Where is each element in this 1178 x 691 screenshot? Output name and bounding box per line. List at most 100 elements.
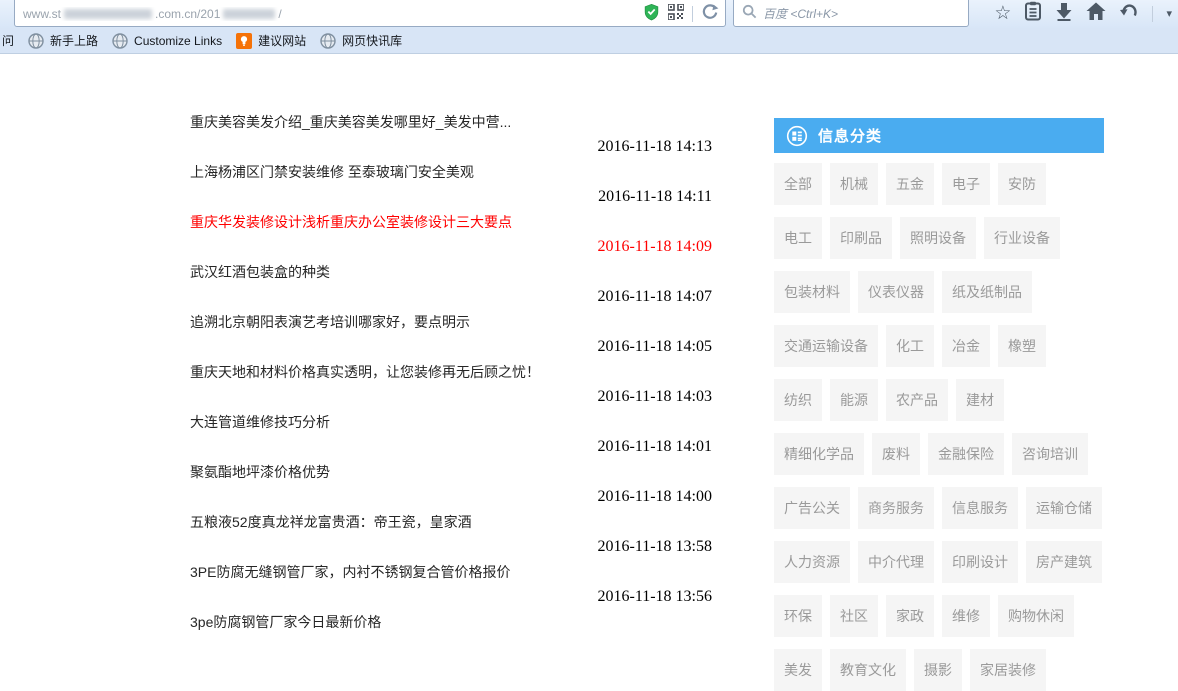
bookmarks-menu-icon[interactable] xyxy=(1024,1,1042,26)
bookmarks-bar: 问 新手上路 Customize Links 建议网站 网页快讯库 xyxy=(0,28,1178,54)
category-button[interactable]: 中介代理 xyxy=(858,541,934,583)
qr-code-icon[interactable] xyxy=(668,4,684,25)
article-title-link[interactable]: 3pe防腐钢管厂家今日最新价格 xyxy=(190,612,712,632)
category-button[interactable]: 运输仓储 xyxy=(1026,487,1102,529)
downloads-icon[interactable] xyxy=(1055,2,1073,26)
article-title-link[interactable]: 3PE防腐无缝钢管厂家，内衬不锈钢复合管价格报价 xyxy=(190,562,712,582)
article-timestamp: 2016-11-18 13:58 xyxy=(190,532,712,562)
category-button[interactable]: 信息服务 xyxy=(942,487,1018,529)
category-button[interactable]: 环保 xyxy=(774,595,822,637)
address-bar[interactable]: www.st .com.cn/201 / xyxy=(14,0,726,27)
article-timestamp: 2016-11-18 14:09 xyxy=(190,232,712,262)
article-title-link[interactable]: 上海杨浦区门禁安装维修 至泰玻璃门安全美观 xyxy=(190,162,712,182)
security-shield-icon[interactable] xyxy=(643,3,660,26)
bookmark-item-truncated[interactable]: 问 xyxy=(2,32,14,49)
category-button[interactable]: 全部 xyxy=(774,163,822,205)
bookmark-label: 网页快讯库 xyxy=(342,32,402,49)
sidebar-title: 信息分类 xyxy=(818,125,882,146)
category-button[interactable]: 社区 xyxy=(830,595,878,637)
category-button[interactable]: 商务服务 xyxy=(858,487,934,529)
bookmark-label: Customize Links xyxy=(134,34,222,48)
category-button[interactable]: 家政 xyxy=(886,595,934,637)
category-button[interactable]: 纸及纸制品 xyxy=(942,271,1032,313)
home-icon[interactable] xyxy=(1086,2,1106,26)
search-input[interactable] xyxy=(763,7,960,21)
lightbulb-icon xyxy=(236,33,252,49)
category-button[interactable]: 房产建筑 xyxy=(1026,541,1102,583)
article-timestamp: 2016-11-18 14:03 xyxy=(190,382,712,412)
divider xyxy=(692,6,693,22)
article-title-link[interactable]: 武汉红酒包装盒的种类 xyxy=(190,262,712,282)
article-timestamp: 2016-11-18 14:07 xyxy=(190,282,712,312)
article-item: 聚氨酯地坪漆价格优势2016-11-18 14:00 xyxy=(190,462,712,512)
article-item: 重庆天地和材料价格真实透明，让您装修再无后顾之忧！2016-11-18 14:0… xyxy=(190,362,712,412)
url-fragment: .com.cn/201 xyxy=(155,7,220,21)
browser-chrome: www.st .com.cn/201 / xyxy=(0,0,1178,54)
category-button[interactable]: 包装材料 xyxy=(774,271,850,313)
bookmark-star-icon[interactable]: ☆ xyxy=(994,4,1011,23)
category-button[interactable]: 农产品 xyxy=(886,379,948,421)
category-button[interactable]: 印刷设计 xyxy=(942,541,1018,583)
bookmark-item[interactable]: 新手上路 xyxy=(28,32,98,49)
category-button[interactable]: 机械 xyxy=(830,163,878,205)
category-button[interactable]: 化工 xyxy=(886,325,934,367)
undo-history-icon[interactable] xyxy=(1119,2,1139,26)
article-title-link[interactable]: 重庆天地和材料价格真实透明，让您装修再无后顾之忧！ xyxy=(190,362,712,382)
article-timestamp: 2016-11-18 14:00 xyxy=(190,482,712,512)
category-button[interactable]: 咨询培训 xyxy=(1012,433,1088,475)
url-blurred-segment xyxy=(64,9,152,19)
bookmark-item[interactable]: 网页快讯库 xyxy=(320,32,402,49)
article-timestamp: 2016-11-18 14:11 xyxy=(190,182,712,212)
category-button[interactable]: 橡塑 xyxy=(998,325,1046,367)
url-blurred-segment xyxy=(223,9,275,19)
category-button[interactable]: 能源 xyxy=(830,379,878,421)
article-item: 3PE防腐无缝钢管厂家，内衬不锈钢复合管价格报价2016-11-18 13:56 xyxy=(190,562,712,612)
category-button[interactable]: 冶金 xyxy=(942,325,990,367)
article-title-link[interactable]: 大连管道维修技巧分析 xyxy=(190,412,712,432)
category-button[interactable]: 人力资源 xyxy=(774,541,850,583)
category-button[interactable]: 纺织 xyxy=(774,379,822,421)
article-title-link[interactable]: 追溯北京朝阳表演艺考培训哪家好，要点明示 xyxy=(190,312,712,332)
article-title-link[interactable]: 重庆华发装修设计浅析重庆办公室装修设计三大要点 xyxy=(190,212,712,232)
address-bar-icons xyxy=(643,3,721,26)
category-button[interactable]: 教育文化 xyxy=(830,649,906,691)
search-box[interactable] xyxy=(733,0,969,27)
article-title-link[interactable]: 五粮液52度真龙祥龙富贵酒：帝王瓷，皇家酒 xyxy=(190,512,712,532)
category-button[interactable]: 电子 xyxy=(942,163,990,205)
category-button[interactable]: 照明设备 xyxy=(900,217,976,259)
globe-icon xyxy=(28,33,44,49)
category-button[interactable]: 行业设备 xyxy=(984,217,1060,259)
refresh-icon[interactable] xyxy=(701,3,719,26)
url-text[interactable]: www.st .com.cn/201 / xyxy=(23,7,643,21)
category-button[interactable]: 摄影 xyxy=(914,649,962,691)
category-button[interactable]: 精细化学品 xyxy=(774,433,864,475)
category-button[interactable]: 维修 xyxy=(942,595,990,637)
article-item: 大连管道维修技巧分析2016-11-18 14:01 xyxy=(190,412,712,462)
category-button[interactable]: 广告公关 xyxy=(774,487,850,529)
globe-icon xyxy=(320,33,336,49)
article-title-link[interactable]: 聚氨酯地坪漆价格优势 xyxy=(190,462,712,482)
category-sidebar: 信息分类 全部机械五金电子安防电工印刷品照明设备行业设备包装材料仪表仪器纸及纸制… xyxy=(774,118,1104,691)
globe-icon xyxy=(112,33,128,49)
category-button[interactable]: 废料 xyxy=(872,433,920,475)
category-button[interactable]: 五金 xyxy=(886,163,934,205)
bookmark-label: 建议网站 xyxy=(258,32,306,49)
bookmark-item[interactable]: 建议网站 xyxy=(236,32,306,49)
bookmark-item[interactable]: Customize Links xyxy=(112,33,222,49)
category-button[interactable]: 交通运输设备 xyxy=(774,325,878,367)
category-button[interactable]: 仪表仪器 xyxy=(858,271,934,313)
category-button[interactable]: 家居装修 xyxy=(970,649,1046,691)
search-icon xyxy=(742,4,757,24)
category-button[interactable]: 电工 xyxy=(774,217,822,259)
toolbar-icons: ☆ ▾ xyxy=(994,0,1172,27)
category-button[interactable]: 金融保险 xyxy=(928,433,1004,475)
toolbar-dropdown-caret-icon[interactable]: ▾ xyxy=(1166,7,1172,20)
category-button[interactable]: 购物休闲 xyxy=(998,595,1074,637)
category-button[interactable]: 安防 xyxy=(998,163,1046,205)
category-button[interactable]: 印刷品 xyxy=(830,217,892,259)
article-item: 武汉红酒包装盒的种类2016-11-18 14:07 xyxy=(190,262,712,312)
category-button[interactable]: 建材 xyxy=(956,379,1004,421)
bookmark-label: 新手上路 xyxy=(50,32,98,49)
article-title-link[interactable]: 重庆美容美发介绍_重庆美容美发哪里好_美发中营... xyxy=(190,112,712,132)
category-button[interactable]: 美发 xyxy=(774,649,822,691)
